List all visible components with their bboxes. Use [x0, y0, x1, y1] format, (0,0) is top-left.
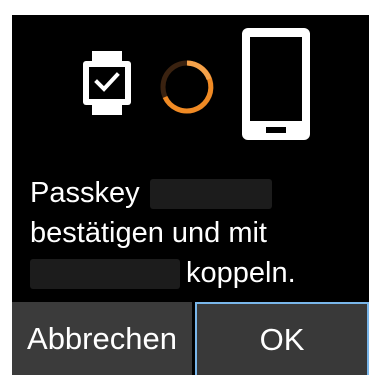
redacted-passkey: [149, 179, 272, 210]
pairing-message: Passkey bestätigen und mit koppeln.: [30, 173, 360, 293]
passkey-label: Passkey: [30, 177, 140, 209]
pairing-dialog: Passkey bestätigen und mit koppeln. Abbr…: [12, 15, 369, 375]
pair-text: koppeln.: [186, 257, 296, 289]
ok-button-label: OK: [259, 321, 305, 357]
message-line-3: koppeln.: [30, 253, 360, 293]
cancel-button[interactable]: Abbrechen: [12, 302, 192, 375]
cancel-button-label: Abbrechen: [27, 320, 177, 356]
loading-spinner-icon: [160, 60, 214, 114]
message-line-2: bestätigen und mit: [30, 213, 360, 253]
confirm-text: bestätigen und mit: [30, 217, 267, 249]
button-bar: Abbrechen OK: [12, 302, 369, 375]
screen: Passkey bestätigen und mit koppeln. Abbr…: [0, 0, 379, 380]
redacted-device-name: [30, 259, 180, 290]
smartwatch-icon: [83, 51, 131, 115]
message-line-1: Passkey: [30, 173, 360, 213]
smartphone-icon: [242, 28, 310, 140]
ok-button[interactable]: OK: [195, 302, 369, 375]
